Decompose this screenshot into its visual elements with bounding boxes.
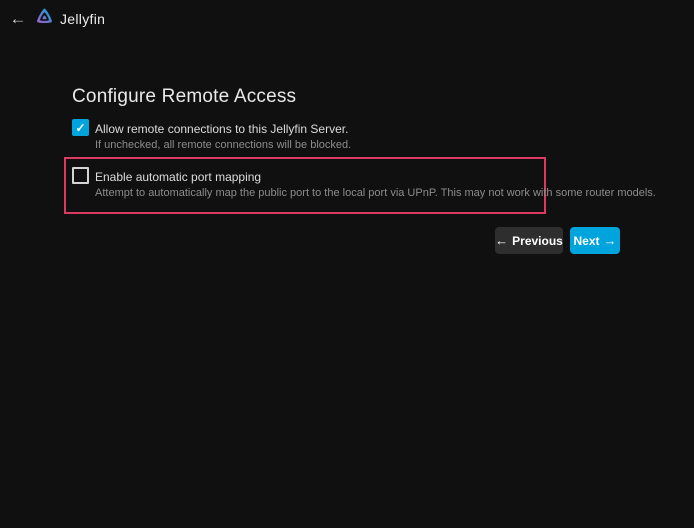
back-button[interactable]: ← <box>6 8 30 30</box>
next-button-label: Next <box>573 234 599 248</box>
back-arrow-icon: ← <box>10 9 27 29</box>
jellyfin-setup-screen: ← Jellyfin Configure Remote Access ✓ All… <box>0 0 694 528</box>
enable-port-mapping-label[interactable]: Enable automatic port mapping <box>95 170 261 184</box>
page-title: Configure Remote Access <box>72 86 296 108</box>
checkbox-enable-port-mapping[interactable] <box>72 167 89 184</box>
field-enable-port-mapping: Enable automatic port mapping Attempt to… <box>72 167 542 213</box>
jellyfin-logo-icon <box>33 6 56 29</box>
brand-name: Jellyfin <box>60 11 105 27</box>
next-button[interactable]: Next → <box>570 227 620 254</box>
arrow-right-icon: → <box>604 234 617 247</box>
checkbox-allow-remote-connections[interactable]: ✓ <box>72 119 89 136</box>
arrow-left-icon: ← <box>495 234 508 247</box>
previous-button[interactable]: ← Previous <box>495 227 563 254</box>
field-allow-remote-connections: ✓ Allow remote connections to this Jelly… <box>72 119 542 165</box>
checkmark-icon: ✓ <box>75 122 85 134</box>
previous-button-label: Previous <box>512 234 563 248</box>
allow-remote-connections-label[interactable]: Allow remote connections to this Jellyfi… <box>95 122 348 136</box>
enable-port-mapping-description: Attempt to automatically map the public … <box>95 187 656 199</box>
allow-remote-connections-description: If unchecked, all remote connections wil… <box>95 139 351 151</box>
